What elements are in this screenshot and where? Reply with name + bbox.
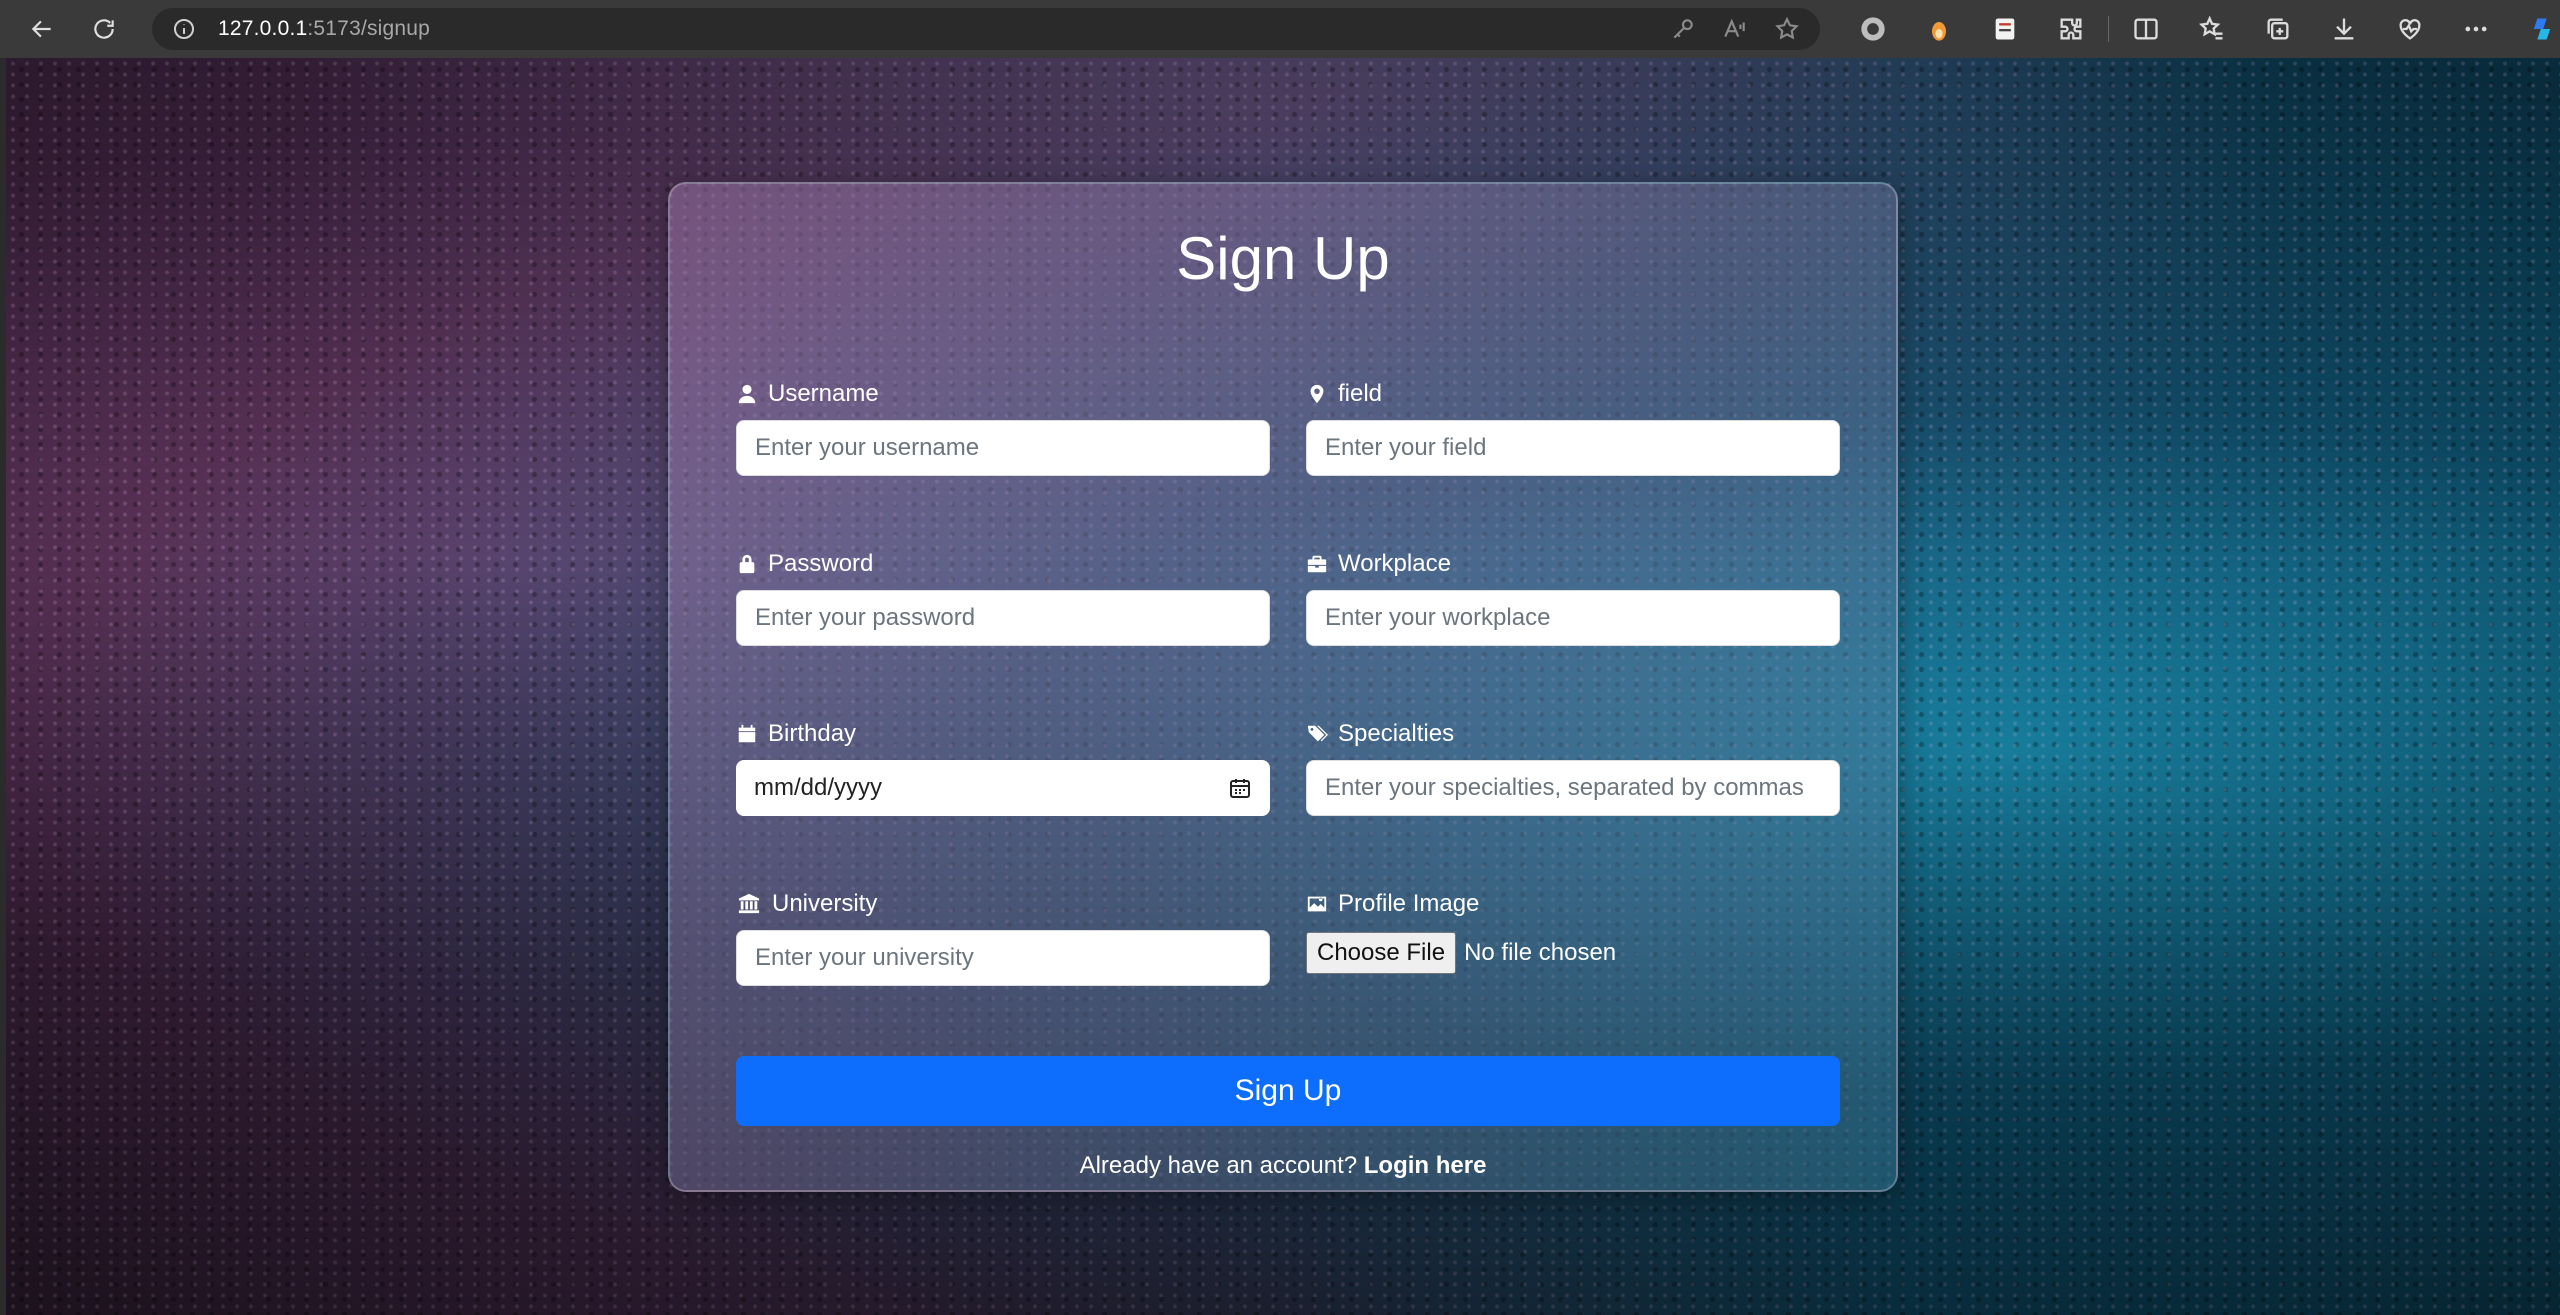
- page-viewport: Sign Up Username field Password: [6, 58, 2560, 1315]
- copilot-button[interactable]: [2509, 8, 2560, 50]
- split-screen-button[interactable]: [2113, 8, 2179, 50]
- reload-icon: [94, 19, 114, 39]
- tags-icon: [1306, 722, 1328, 746]
- specialties-group: Specialties: [1306, 718, 1840, 816]
- password-key-icon[interactable]: [1670, 16, 1696, 42]
- browser-toolbar: 127.0.0.1:5173/signup: [0, 0, 2560, 58]
- url-path: :5173/signup: [307, 17, 431, 40]
- university-label: University: [772, 890, 878, 917]
- field-label-row: field: [1306, 378, 1840, 410]
- user-icon: [736, 382, 758, 406]
- extension-flame-button[interactable]: [1906, 8, 1972, 50]
- flame-icon: [1932, 22, 1946, 41]
- login-link[interactable]: Login here: [1364, 1152, 1487, 1179]
- birthday-label: Birthday: [768, 720, 857, 747]
- file-status-text: No file chosen: [1464, 939, 1617, 966]
- more-dots-icon: [2465, 26, 2487, 32]
- site-info-icon[interactable]: [172, 17, 196, 41]
- password-group: Password: [736, 548, 1270, 646]
- username-group: Username: [736, 378, 1270, 476]
- field-label: field: [1338, 380, 1383, 407]
- extension-card-button[interactable]: [1972, 8, 2038, 50]
- specialties-input[interactable]: [1306, 760, 1840, 816]
- browser-essentials-button[interactable]: [2377, 8, 2443, 50]
- address-bar[interactable]: 127.0.0.1:5173/signup: [152, 8, 1820, 50]
- login-prompt: Already have an account? Login here: [670, 1152, 1896, 1180]
- university-input[interactable]: [736, 930, 1270, 986]
- favorites-button[interactable]: [2179, 8, 2245, 50]
- extension-record-button[interactable]: [1840, 8, 1906, 50]
- field-group: field: [1306, 378, 1840, 476]
- record-icon: [1861, 17, 1885, 41]
- copilot-icon: [2533, 18, 2551, 40]
- profile-image-group: Profile Image Choose File No file chosen: [1306, 888, 1840, 974]
- settings-menu-button[interactable]: [2443, 8, 2509, 50]
- lock-icon: [736, 552, 758, 576]
- specialties-label: Specialties: [1338, 720, 1455, 747]
- favorites-list-icon: [2198, 15, 2223, 40]
- puzzle-icon: [2060, 18, 2082, 40]
- university-building-icon: [736, 892, 762, 916]
- profile-image-label: Profile Image: [1338, 890, 1480, 917]
- username-label-row: Username: [736, 378, 1270, 410]
- birthday-group: Birthday mm/dd/yyyy: [736, 718, 1270, 816]
- briefcase-icon: [1306, 552, 1328, 576]
- heart-pulse-icon: [2399, 19, 2421, 40]
- read-aloud-icon[interactable]: [1722, 16, 1748, 42]
- workplace-input[interactable]: [1306, 590, 1840, 646]
- birthday-value: mm/dd/yyyy: [754, 774, 883, 801]
- workplace-label: Workplace: [1338, 550, 1451, 577]
- field-input[interactable]: [1306, 420, 1840, 476]
- collections-button[interactable]: [2245, 8, 2311, 50]
- downloads-button[interactable]: [2311, 8, 2377, 50]
- collections-icon: [2267, 18, 2289, 40]
- favorite-star-icon[interactable]: [1774, 16, 1800, 42]
- specialties-label-row: Specialties: [1306, 718, 1840, 750]
- birthday-input[interactable]: mm/dd/yyyy: [736, 760, 1270, 816]
- password-label-row: Password: [736, 548, 1270, 580]
- birthday-label-row: Birthday: [736, 718, 1270, 750]
- university-label-row: University: [736, 888, 1270, 920]
- password-input[interactable]: [736, 590, 1270, 646]
- password-label: Password: [768, 550, 874, 577]
- username-label: Username: [768, 380, 879, 407]
- url-host: 127.0.0.1: [218, 17, 308, 40]
- profile-image-label-row: Profile Image: [1306, 888, 1840, 920]
- card-icon: [1995, 18, 2015, 40]
- signup-card: Sign Up Username field Password: [668, 182, 1898, 1192]
- profile-image-input: Choose File No file chosen: [1306, 932, 1840, 974]
- workplace-label-row: Workplace: [1306, 548, 1840, 580]
- page-title: Sign Up: [1176, 225, 1390, 292]
- login-prompt-text: Already have an account?: [1079, 1152, 1358, 1179]
- back-arrow-icon: [31, 20, 51, 38]
- split-screen-icon: [2134, 18, 2158, 40]
- university-group: University: [736, 888, 1270, 986]
- signup-submit-button[interactable]: Sign Up: [736, 1056, 1840, 1126]
- download-icon: [2334, 18, 2354, 40]
- extensions-button[interactable]: [2038, 8, 2104, 50]
- image-icon: [1306, 892, 1328, 916]
- calendar-icon: [736, 722, 758, 746]
- url-text: 127.0.0.1:5173/signup: [218, 17, 430, 41]
- date-picker-icon[interactable]: [1228, 776, 1252, 800]
- username-input[interactable]: [736, 420, 1270, 476]
- reload-button[interactable]: [82, 7, 126, 51]
- map-pin-icon: [1306, 382, 1328, 406]
- back-button[interactable]: [20, 7, 64, 51]
- choose-file-button[interactable]: Choose File: [1306, 932, 1457, 974]
- workplace-group: Workplace: [1306, 548, 1840, 646]
